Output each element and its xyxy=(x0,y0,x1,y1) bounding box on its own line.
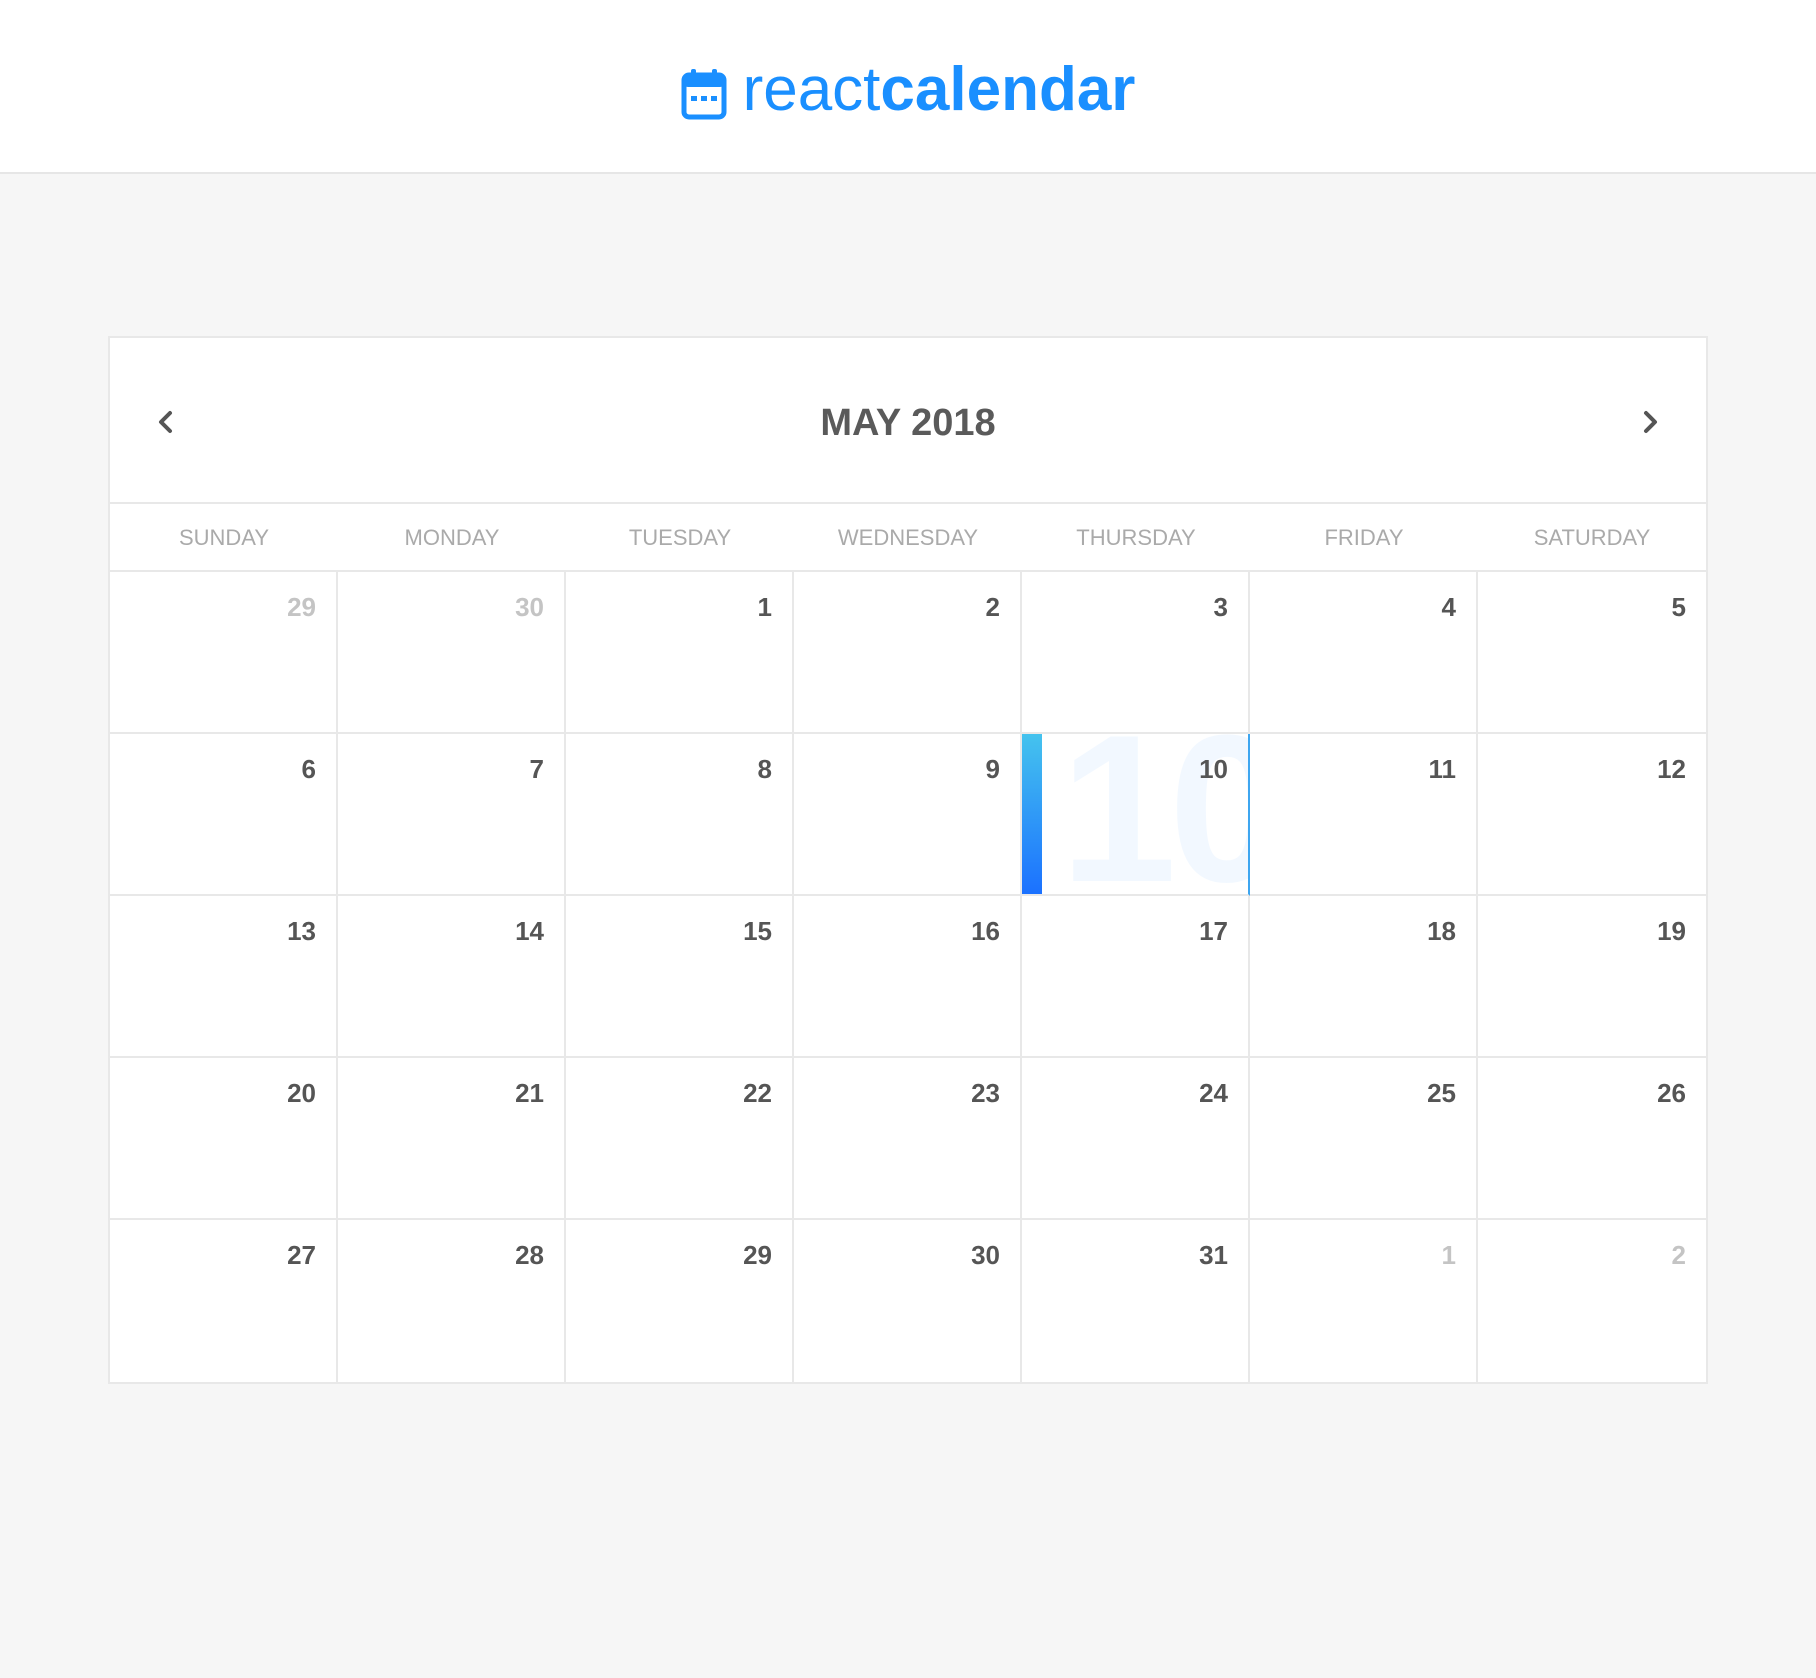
day-cell[interactable]: 6 xyxy=(110,734,338,896)
day-number: 3 xyxy=(1213,592,1228,622)
brand-logo[interactable]: reactcalendar xyxy=(0,50,1816,130)
day-cell[interactable]: 3 xyxy=(1022,572,1250,734)
day-cell[interactable]: 13 xyxy=(110,896,338,1058)
day-number: 11 xyxy=(1428,754,1457,784)
day-cell-other-month[interactable]: 30 xyxy=(338,572,566,734)
day-cell-other-month[interactable]: 1 xyxy=(1250,1220,1478,1382)
day-number: 29 xyxy=(287,592,316,622)
day-number: 21 xyxy=(515,1078,544,1108)
day-number: 8 xyxy=(757,754,772,784)
day-cell[interactable]: 20 xyxy=(110,1058,338,1220)
day-number: 13 xyxy=(287,916,316,946)
day-cell[interactable]: 18 xyxy=(1250,896,1478,1058)
day-number: 20 xyxy=(287,1078,316,1108)
day-cell-selected[interactable]: 1010 xyxy=(1022,734,1250,896)
day-number: 1 xyxy=(757,592,772,622)
day-number: 18 xyxy=(1427,916,1456,946)
weekday-label: TUESDAY xyxy=(628,525,732,550)
day-number: 22 xyxy=(743,1078,772,1108)
day-number: 28 xyxy=(515,1240,544,1270)
brand-name: reactcalendar xyxy=(743,50,1136,130)
day-cell[interactable]: 9 xyxy=(794,734,1022,896)
day-number: 4 xyxy=(1441,592,1456,622)
day-number: 12 xyxy=(1657,754,1686,784)
weekday-label: SUNDAY xyxy=(178,525,270,550)
day-number: 5 xyxy=(1671,592,1686,622)
day-number: 9 xyxy=(985,754,1000,784)
day-cell[interactable]: 4 xyxy=(1250,572,1478,734)
day-number: 24 xyxy=(1199,1078,1228,1108)
day-number: 7 xyxy=(529,754,544,784)
month-title: MAY 2018 xyxy=(820,402,996,444)
calendar: MAY 2018 SUNDAY MONDAY TUESDAY WEDNESDAY… xyxy=(108,336,1708,1384)
day-cell[interactable]: 24 xyxy=(1022,1058,1250,1220)
day-cell[interactable]: 12 xyxy=(1478,734,1706,896)
day-number: 26 xyxy=(1657,1078,1686,1108)
weekday-label: FRIDAY xyxy=(1324,525,1404,550)
day-cell[interactable]: 16 xyxy=(794,896,1022,1058)
day-number: 1 xyxy=(1441,1240,1456,1270)
day-number: 2 xyxy=(985,592,1000,622)
day-cell[interactable]: 19 xyxy=(1478,896,1706,1058)
app-header: reactcalendar xyxy=(0,0,1816,174)
day-cell[interactable]: 14 xyxy=(338,896,566,1058)
day-number: 6 xyxy=(301,754,316,784)
day-cell-other-month[interactable]: 29 xyxy=(110,572,338,734)
next-month-button[interactable] xyxy=(1628,400,1672,444)
weekday-label: THURSDAY xyxy=(1076,525,1196,550)
day-cell[interactable]: 21 xyxy=(338,1058,566,1220)
day-cell[interactable]: 25 xyxy=(1250,1058,1478,1220)
calendar-header: MAY 2018 xyxy=(110,338,1706,504)
day-cell[interactable]: 28 xyxy=(338,1220,566,1382)
day-grid: 2930123456789101011121314151617181920212… xyxy=(110,572,1706,1382)
selected-day-accent-bar xyxy=(1022,734,1042,894)
day-number: 27 xyxy=(287,1240,316,1270)
day-cell[interactable]: 2 xyxy=(794,572,1022,734)
day-number: 2 xyxy=(1671,1240,1686,1270)
day-number: 19 xyxy=(1657,916,1686,946)
day-number: 31 xyxy=(1199,1240,1228,1270)
day-cell[interactable]: 1 xyxy=(566,572,794,734)
day-cell[interactable]: 15 xyxy=(566,896,794,1058)
day-cell[interactable]: 31 xyxy=(1022,1220,1250,1382)
day-number: 25 xyxy=(1427,1078,1456,1108)
weekday-header-row: SUNDAY MONDAY TUESDAY WEDNESDAY THURSDAY… xyxy=(110,504,1706,572)
day-number: 14 xyxy=(515,916,544,946)
day-cell[interactable]: 30 xyxy=(794,1220,1022,1382)
weekday-label: WEDNESDAY xyxy=(837,525,979,550)
day-cell[interactable]: 7 xyxy=(338,734,566,896)
weekday-label: MONDAY xyxy=(404,525,500,550)
day-number: 30 xyxy=(971,1240,1000,1270)
day-number: 30 xyxy=(515,592,544,622)
day-cell[interactable]: 29 xyxy=(566,1220,794,1382)
day-cell[interactable]: 17 xyxy=(1022,896,1250,1058)
day-cell[interactable]: 8 xyxy=(566,734,794,896)
chevron-right-icon xyxy=(1644,411,1657,433)
day-number: 10 xyxy=(1199,754,1228,784)
day-cell[interactable]: 23 xyxy=(794,1058,1022,1220)
day-number: 23 xyxy=(971,1078,1000,1108)
calendar-icon xyxy=(681,69,727,120)
day-cell[interactable]: 26 xyxy=(1478,1058,1706,1220)
brand-name-bold: calendar xyxy=(880,55,1136,124)
day-number: 17 xyxy=(1199,916,1228,946)
day-cell[interactable]: 11 xyxy=(1250,734,1478,896)
day-cell[interactable]: 27 xyxy=(110,1220,338,1382)
day-cell[interactable]: 5 xyxy=(1478,572,1706,734)
day-cell-other-month[interactable]: 2 xyxy=(1478,1220,1706,1382)
weekday-label: SATURDAY xyxy=(1533,525,1651,550)
day-number: 16 xyxy=(971,916,1000,946)
day-number: 29 xyxy=(743,1240,772,1270)
day-cell[interactable]: 22 xyxy=(566,1058,794,1220)
brand-name-light: react xyxy=(742,55,881,124)
day-number: 15 xyxy=(743,916,772,946)
